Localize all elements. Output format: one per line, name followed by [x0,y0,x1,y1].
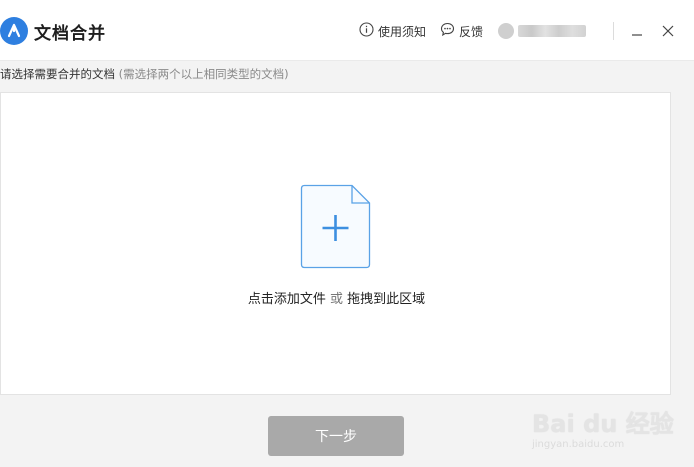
title-bar: 文档合并 使用须知 反馈 [0,0,694,61]
app-logo-icon [0,17,28,45]
close-button[interactable] [659,22,677,40]
close-icon [662,25,674,37]
minimize-icon [632,34,642,36]
or-text: 或 [329,292,343,307]
feedback-link[interactable]: 反馈 [440,21,483,41]
add-document-icon[interactable] [300,184,371,269]
instruction-main: 请选择需要合并的文档 [0,67,115,81]
minimize-button[interactable] [628,22,646,40]
watermark-brand: Bai du 经验 [532,410,674,438]
info-icon [359,22,374,40]
help-label: 使用须知 [378,24,427,39]
app-title: 文档合并 [34,24,106,44]
next-step-button[interactable]: 下一步 [268,416,404,456]
header-divider [613,22,614,40]
instruction-text: 请选择需要合并的文档 (需选择两个以上相同类型的文档) [0,66,289,82]
file-drop-zone[interactable]: 点击添加文件 或 拖拽到此区域 [0,92,671,395]
blurred-username [518,25,586,37]
baidu-jingyan-watermark: Bai du 经验 jingyan.baidu.com [532,404,692,464]
user-account[interactable] [496,20,596,42]
watermark-url: jingyan.baidu.com [532,439,625,450]
feedback-label: 反馈 [459,24,484,39]
avatar [498,23,514,39]
drop-instruction: 点击添加文件 或 拖拽到此区域 [1,288,672,307]
chat-bubble-icon [440,22,455,40]
click-to-add-text[interactable]: 点击添加文件 [248,292,326,307]
instruction-hint: (需选择两个以上相同类型的文档) [118,67,289,81]
help-link[interactable]: 使用须知 [359,21,426,41]
drag-here-text: 拖拽到此区域 [347,292,426,307]
